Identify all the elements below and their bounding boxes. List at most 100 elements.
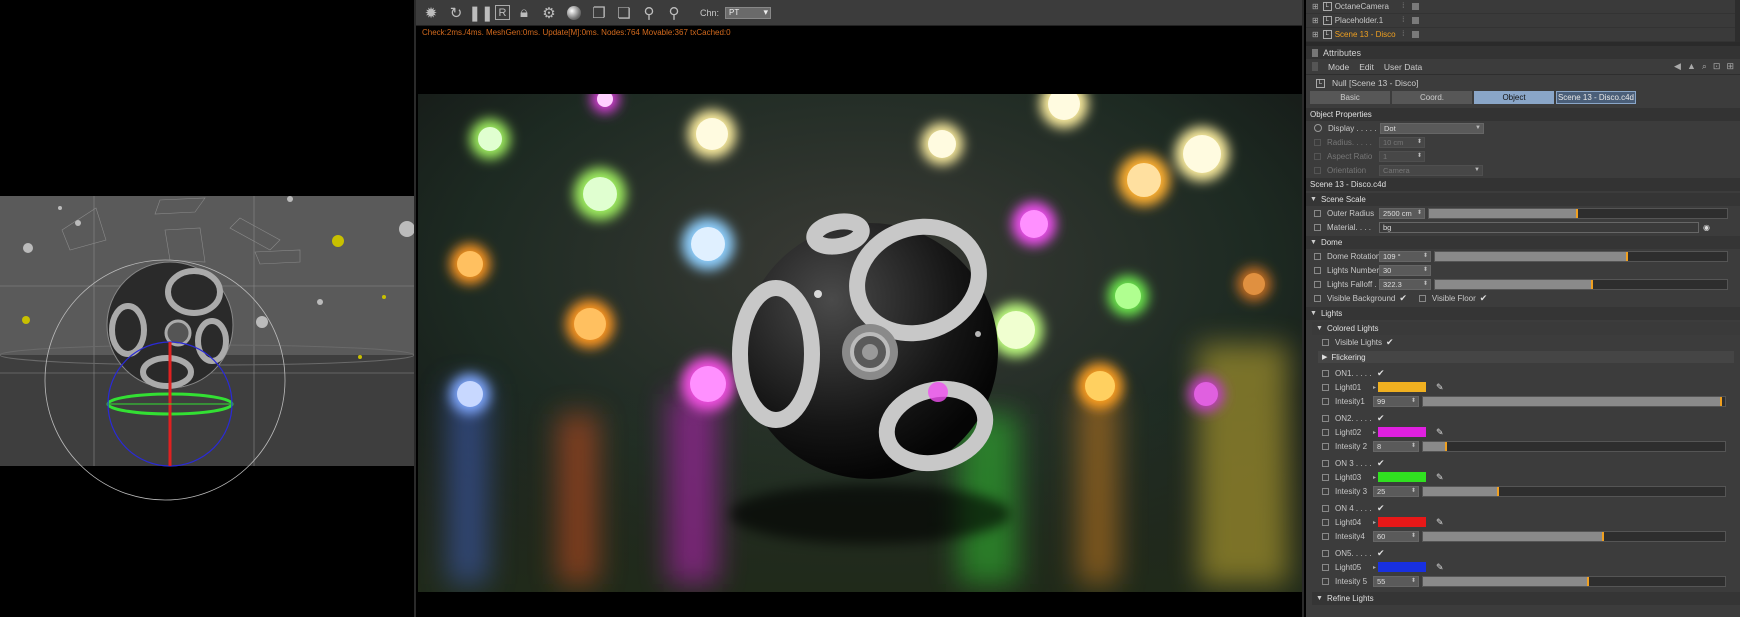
visible-background-checkbox[interactable]: ✔ bbox=[1399, 293, 1407, 304]
keyframe-icon[interactable] bbox=[1322, 414, 1329, 422]
search-icon[interactable]: ⌕ bbox=[1702, 61, 1707, 72]
light-intensity-slider[interactable] bbox=[1422, 440, 1726, 452]
keyframe-icon[interactable] bbox=[1314, 252, 1321, 260]
tab-basic[interactable]: Basic bbox=[1310, 91, 1390, 104]
gear-icon[interactable]: ⚙ bbox=[538, 2, 560, 24]
light-color-swatch[interactable] bbox=[1378, 562, 1427, 572]
keyframe-icon[interactable] bbox=[1322, 504, 1329, 512]
lock-icon[interactable]: 🔒︎ bbox=[513, 2, 535, 24]
expand-triangle-icon[interactable]: ▸ bbox=[1373, 564, 1376, 571]
keyframe-icon[interactable] bbox=[1322, 442, 1329, 450]
light-intensity-field[interactable]: 99 ⬍ bbox=[1373, 395, 1419, 407]
light-color-swatch[interactable] bbox=[1378, 382, 1427, 392]
keyframe-icon[interactable] bbox=[1322, 532, 1329, 540]
editor-viewport[interactable] bbox=[0, 0, 414, 617]
colored-lights-group[interactable]: ▼ Colored Lights bbox=[1312, 322, 1740, 335]
object-row[interactable]: ⊞ L Placeholder.1 ⁞ bbox=[1306, 14, 1740, 28]
visibility-dots-icon[interactable]: ⁞ bbox=[1399, 3, 1408, 10]
light-on-checkbox[interactable]: ✔ bbox=[1377, 548, 1385, 559]
copy-icon[interactable]: ❐ bbox=[588, 2, 610, 24]
tag-icon[interactable] bbox=[1411, 31, 1419, 38]
keyframe-icon[interactable] bbox=[1418, 294, 1426, 302]
expand-triangle-icon[interactable]: ▸ bbox=[1373, 429, 1376, 436]
keyframe-icon[interactable] bbox=[1322, 428, 1329, 436]
up-arrow-icon[interactable]: ▲ bbox=[1687, 61, 1696, 72]
refine-lights-group[interactable]: ▼ Refine Lights bbox=[1312, 592, 1740, 605]
keyframe-icon[interactable] bbox=[1322, 549, 1329, 557]
dome-rotation-slider[interactable] bbox=[1434, 250, 1728, 262]
keyframe-icon[interactable] bbox=[1322, 473, 1329, 481]
expand-plus-icon[interactable]: ⊞ bbox=[1312, 2, 1319, 11]
object-list-scrollbar[interactable] bbox=[1735, 0, 1740, 42]
region-render-icon[interactable]: R bbox=[495, 5, 510, 20]
pause-icon[interactable]: ❚❚ bbox=[468, 2, 493, 24]
light-intensity-field[interactable]: 55 ⬍ bbox=[1373, 575, 1419, 587]
channel-select[interactable]: PT bbox=[725, 6, 772, 19]
dome-rotation-field[interactable]: 109 ° ⬍ bbox=[1379, 250, 1431, 262]
keyframe-icon[interactable] bbox=[1322, 369, 1329, 377]
keyframe-icon[interactable] bbox=[1314, 280, 1321, 288]
light-color-swatch[interactable] bbox=[1378, 427, 1427, 437]
tag-icon[interactable] bbox=[1411, 3, 1419, 10]
flickering-group[interactable]: ▶ Flickering bbox=[1318, 351, 1734, 363]
light-intensity-field[interactable]: 25 ⬍ bbox=[1373, 485, 1419, 497]
material-link-field[interactable]: bg bbox=[1379, 221, 1699, 233]
light-on-checkbox[interactable]: ✔ bbox=[1377, 503, 1385, 514]
keyframe-icon[interactable] bbox=[1322, 338, 1329, 346]
light-on-checkbox[interactable]: ✔ bbox=[1377, 458, 1385, 469]
keyframe-icon[interactable] bbox=[1322, 383, 1329, 391]
tab-object[interactable]: Object bbox=[1474, 91, 1554, 104]
light-on-checkbox[interactable]: ✔ bbox=[1377, 413, 1385, 424]
eyedropper-icon[interactable]: ✎ bbox=[1436, 472, 1444, 483]
light-intensity-field[interactable]: 60 ⬍ bbox=[1373, 530, 1419, 542]
visible-floor-checkbox[interactable]: ✔ bbox=[1480, 293, 1488, 304]
keyframe-icon[interactable] bbox=[1314, 266, 1321, 274]
dome-group[interactable]: ▼ Dome bbox=[1306, 236, 1740, 249]
expand-triangle-icon[interactable]: ▸ bbox=[1373, 519, 1376, 526]
object-row[interactable]: ⊞ L OctaneCamera ⁞ bbox=[1306, 0, 1740, 14]
restart-icon[interactable]: ↻ bbox=[445, 2, 467, 24]
eyedropper-icon[interactable]: ✎ bbox=[1436, 517, 1444, 528]
keyframe-icon[interactable] bbox=[1322, 459, 1329, 467]
light-intensity-slider[interactable] bbox=[1422, 530, 1726, 542]
outer-radius-field[interactable]: 2500 cm ⬍ bbox=[1379, 207, 1425, 219]
visibility-dots-icon[interactable]: ⁞ bbox=[1399, 17, 1408, 24]
light-intensity-field[interactable]: 8 ⬍ bbox=[1373, 440, 1419, 452]
keyframe-icon[interactable] bbox=[1314, 294, 1321, 302]
light-color-swatch[interactable] bbox=[1378, 517, 1427, 527]
keyframe-icon[interactable] bbox=[1322, 563, 1329, 571]
light-color-swatch[interactable] bbox=[1378, 472, 1427, 482]
aspect-ratio-field[interactable]: 1 ⬍ bbox=[1379, 150, 1425, 162]
expand-triangle-icon[interactable]: ▸ bbox=[1373, 474, 1376, 481]
paste-icon[interactable]: ❏ bbox=[613, 2, 635, 24]
light-on-checkbox[interactable]: ✔ bbox=[1377, 368, 1385, 379]
live-render-view[interactable]: ✹ ↻ ❚❚ R 🔒︎ ⚙ ❐ ❏ ⚲ ⚲ Chn: PT Check:2ms.… bbox=[414, 0, 1304, 617]
keyframe-icon[interactable] bbox=[1314, 209, 1321, 217]
lights-number-field[interactable]: 30 ⬍ bbox=[1379, 264, 1431, 276]
lock-small-icon[interactable]: ⊡ bbox=[1713, 61, 1721, 72]
keyframe-icon[interactable] bbox=[1322, 397, 1329, 405]
pin-icon[interactable]: ⚲ bbox=[638, 2, 660, 24]
orientation-select[interactable]: Camera ▼ bbox=[1379, 164, 1483, 176]
visible-lights-checkbox[interactable]: ✔ bbox=[1386, 337, 1394, 348]
keyframe-icon[interactable] bbox=[1322, 518, 1329, 526]
light-intensity-slider[interactable] bbox=[1422, 575, 1726, 587]
keyframe-icon[interactable] bbox=[1314, 223, 1321, 231]
new-panel-icon[interactable]: ⊞ bbox=[1726, 61, 1734, 72]
back-arrow-icon[interactable]: ◀ bbox=[1674, 61, 1681, 72]
expand-plus-icon[interactable]: ⊞ bbox=[1312, 30, 1319, 39]
keyframe-icon[interactable] bbox=[1322, 577, 1329, 585]
light-intensity-slider[interactable] bbox=[1422, 485, 1726, 497]
visibility-dots-icon[interactable]: ⁞ bbox=[1399, 31, 1408, 38]
keyframe-icon[interactable] bbox=[1322, 487, 1329, 495]
tab-coord[interactable]: Coord. bbox=[1392, 91, 1472, 104]
animate-dot-icon[interactable] bbox=[1314, 124, 1322, 132]
lights-falloff-slider[interactable] bbox=[1434, 278, 1728, 290]
tag-icon[interactable] bbox=[1411, 17, 1419, 24]
display-select[interactable]: Dot ▼ bbox=[1380, 122, 1484, 134]
lights-falloff-field[interactable]: 322.3 ⬍ bbox=[1379, 278, 1431, 290]
location-icon[interactable]: ⚲ bbox=[663, 2, 685, 24]
settings-sun-icon[interactable]: ✹ bbox=[420, 2, 442, 24]
menu-mode[interactable]: Mode bbox=[1328, 62, 1349, 72]
expand-triangle-icon[interactable]: ▸ bbox=[1373, 384, 1376, 391]
